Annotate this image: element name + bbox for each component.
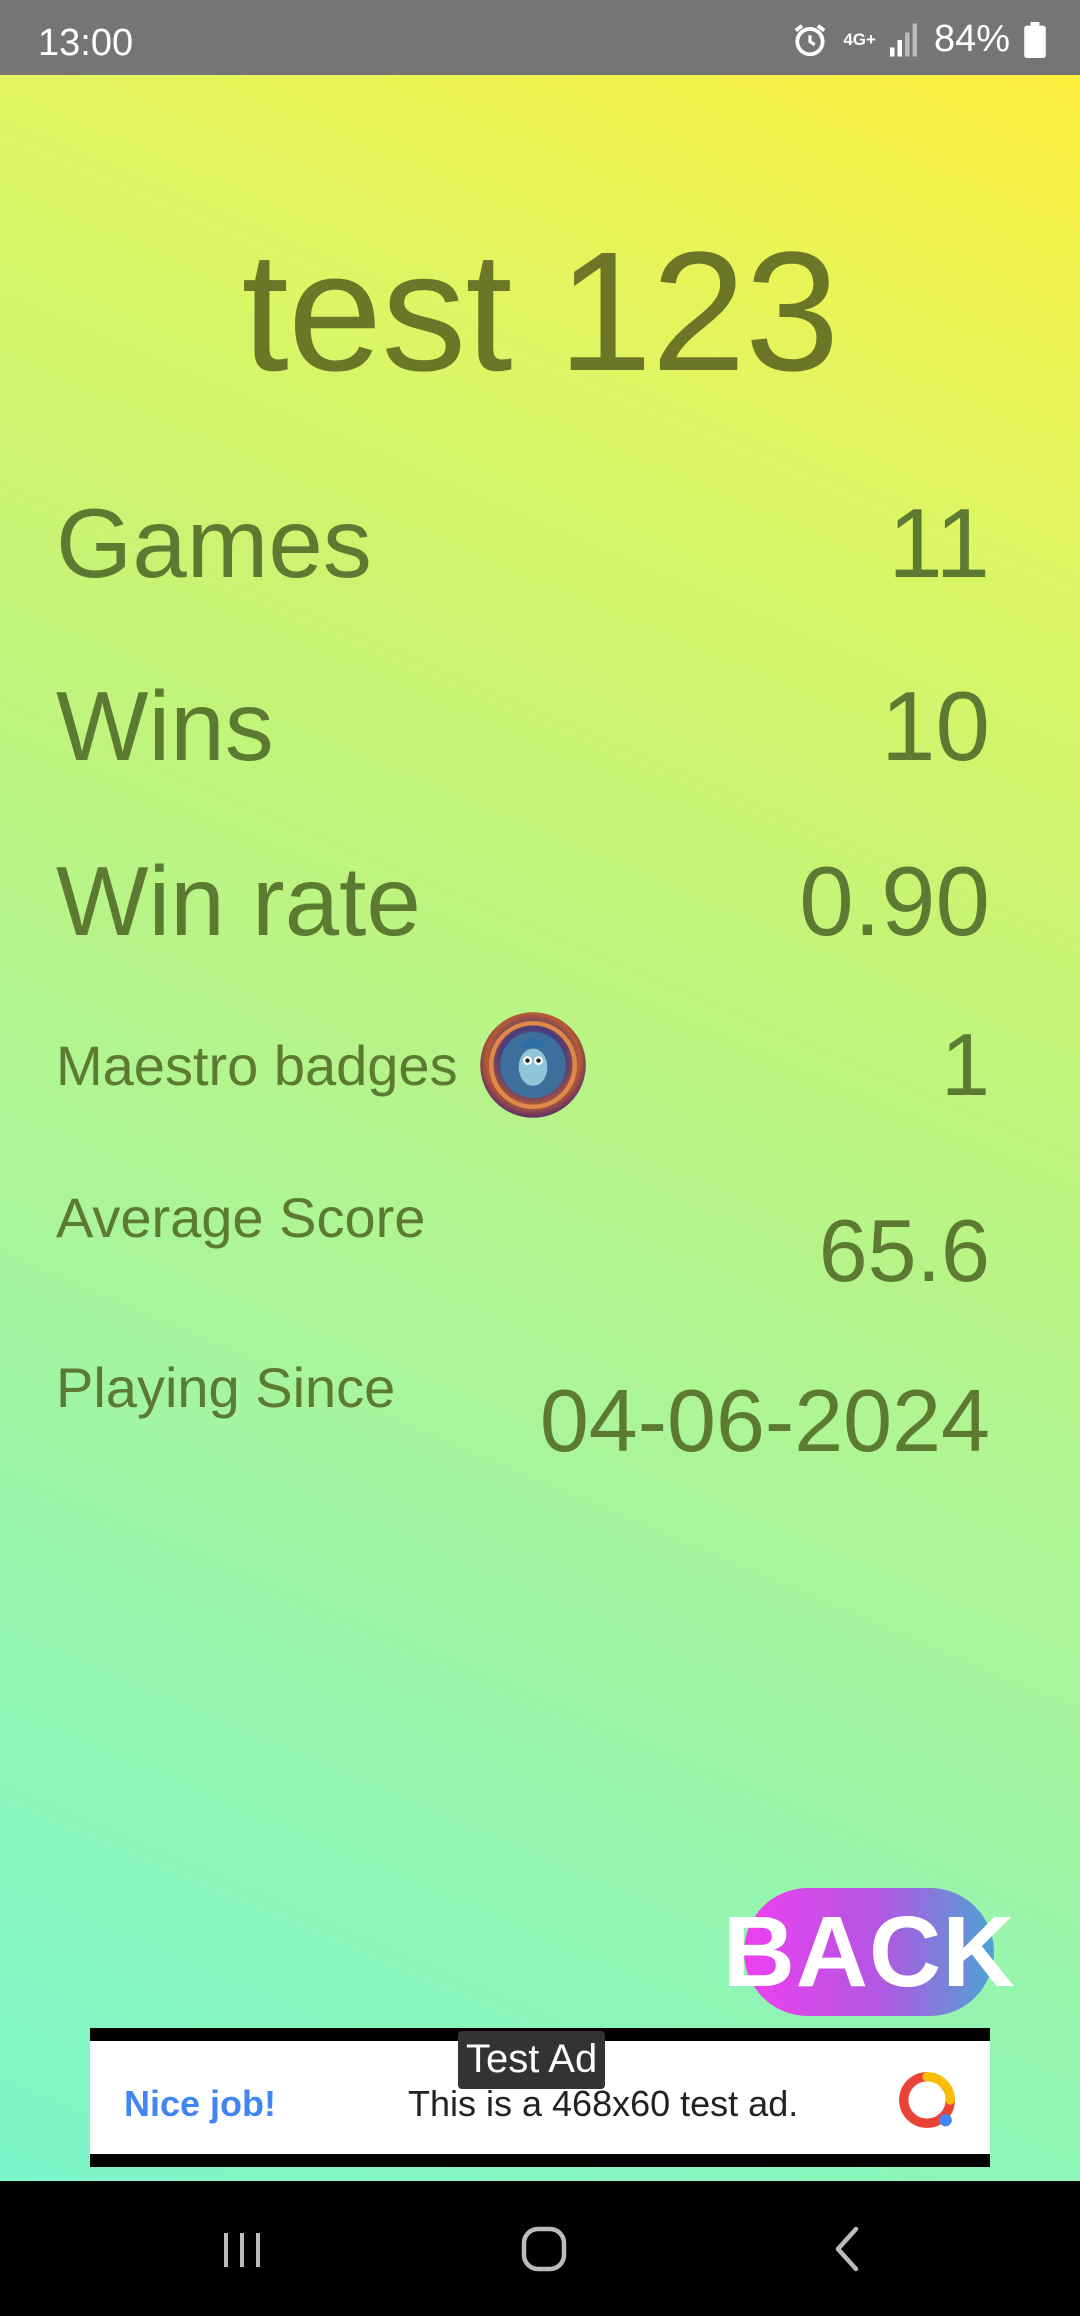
stat-row-win-rate: Win rate 0.90 bbox=[56, 845, 990, 958]
wins-label: Wins bbox=[56, 671, 274, 781]
status-bar: 13:00 4G+ 84% bbox=[0, 0, 1080, 75]
status-icons: 4G+ 84% bbox=[791, 18, 1046, 61]
playing-since-value: 04-06-2024 bbox=[539, 1371, 990, 1470]
playing-since-label: Playing Since bbox=[56, 1356, 396, 1419]
stat-row-playing-since: Playing Since 04-06-2024 bbox=[56, 1355, 990, 1472]
navigation-bar bbox=[0, 2181, 1080, 2316]
stat-row-wins: Wins 10 bbox=[56, 670, 990, 783]
status-time: 13:00 bbox=[38, 22, 134, 64]
battery-percent: 84% bbox=[933, 18, 1010, 60]
stats-screen: test 123 Games 11 Wins 10 Win rate 0.90 … bbox=[0, 75, 1080, 2181]
maestro-badge-icon bbox=[479, 1012, 586, 1118]
wins-value: 10 bbox=[880, 671, 990, 781]
battery-icon bbox=[1024, 21, 1046, 58]
network-4g-icon: 4G+ bbox=[843, 31, 876, 48]
ad-text[interactable]: This is a 468x60 test ad. bbox=[408, 2083, 798, 2125]
stat-row-games: Games 11 bbox=[56, 487, 990, 600]
back-nav-icon[interactable] bbox=[818, 2219, 878, 2279]
maestro-badges-value: 1 bbox=[941, 1015, 990, 1114]
games-value: 11 bbox=[888, 488, 990, 598]
ad-headline[interactable]: Nice job! bbox=[124, 2083, 276, 2125]
ad-banner[interactable]: Test Ad Nice job! This is a 468x60 test … bbox=[90, 2028, 990, 2167]
maestro-badges-label-group: Maestro badges bbox=[56, 1010, 588, 1120]
signal-icon bbox=[889, 23, 920, 57]
win-rate-label: Win rate bbox=[56, 846, 421, 956]
alarm-icon bbox=[791, 21, 829, 59]
back-button[interactable]: BACK bbox=[723, 1888, 1014, 2016]
network-label: 4G+ bbox=[843, 30, 876, 49]
ad-logo-icon bbox=[899, 2072, 955, 2128]
home-icon[interactable] bbox=[514, 2219, 574, 2279]
average-score-label: Average Score bbox=[56, 1186, 426, 1249]
games-label: Games bbox=[56, 488, 372, 598]
player-name: test 123 bbox=[241, 217, 840, 407]
stat-row-maestro-badges: Maestro badges 1 bbox=[56, 1010, 990, 1120]
ad-tag: Test Ad bbox=[458, 2031, 606, 2089]
average-score-value: 65.6 bbox=[818, 1201, 990, 1300]
maestro-badges-label: Maestro badges bbox=[56, 1033, 458, 1097]
win-rate-value: 0.90 bbox=[799, 846, 990, 956]
recent-apps-icon[interactable] bbox=[212, 2219, 272, 2279]
stat-row-average-score: Average Score 65.6 bbox=[56, 1185, 990, 1302]
